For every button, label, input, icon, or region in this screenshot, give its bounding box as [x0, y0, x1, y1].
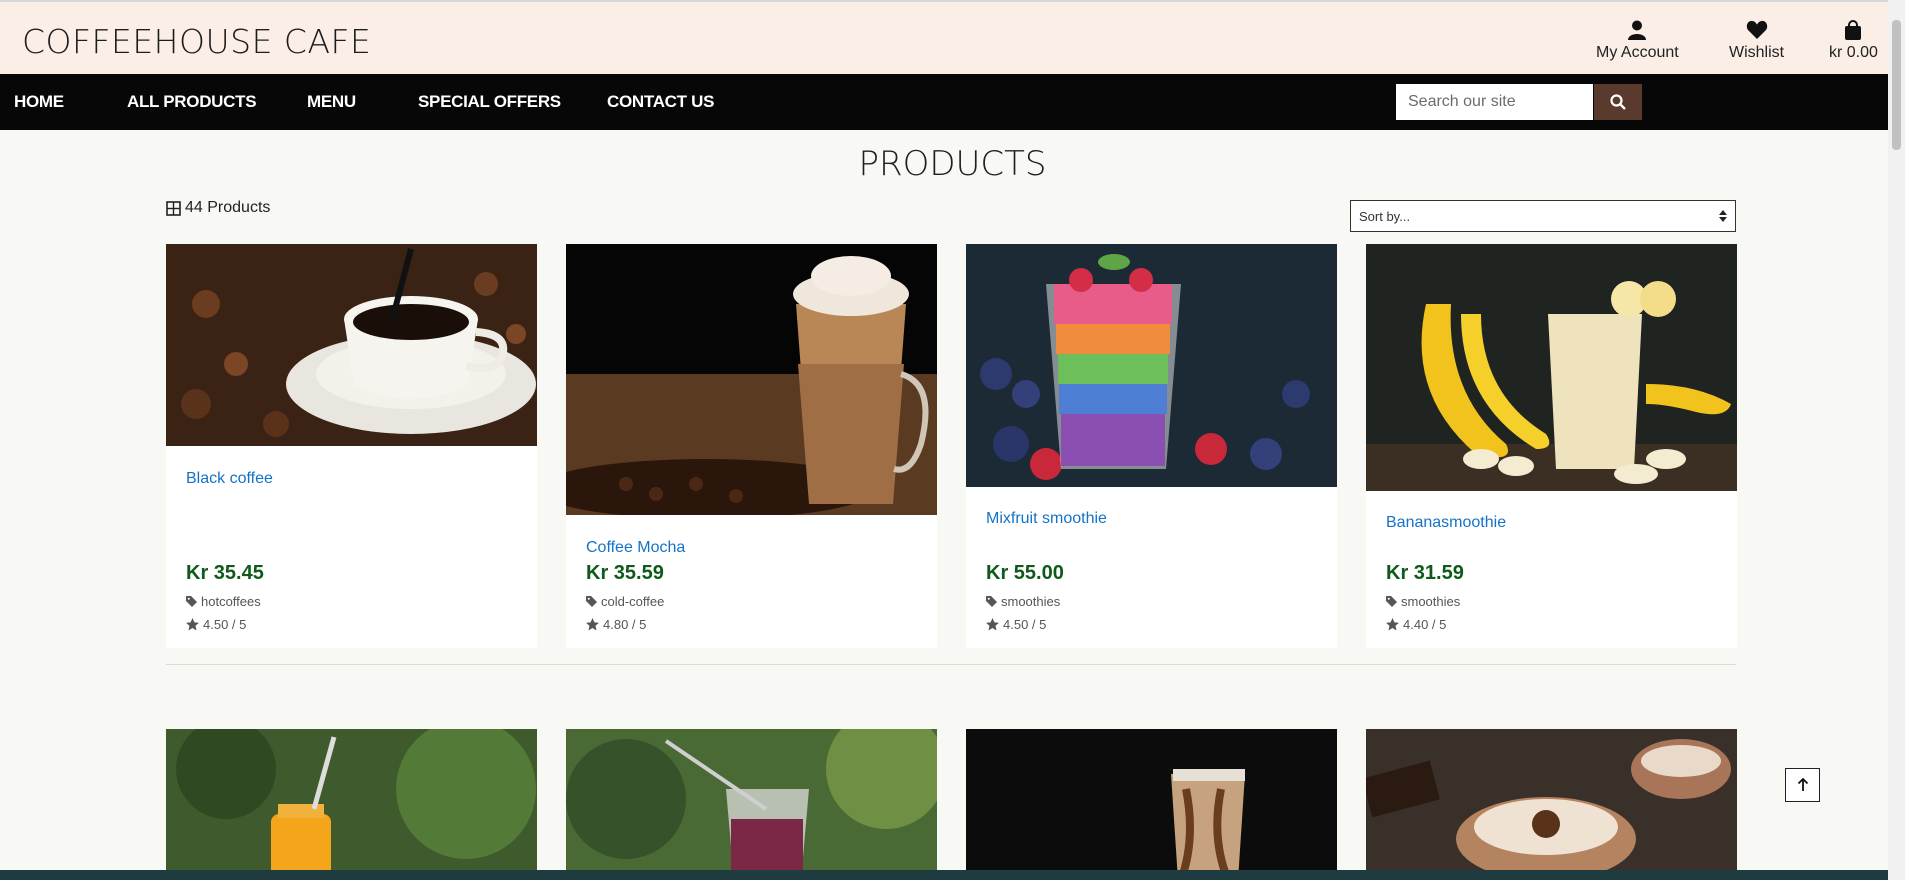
nav-contact-us[interactable]: CONTACT US	[607, 92, 714, 112]
product-rating-text: 4.80 / 5	[603, 617, 647, 632]
my-account-label: My Account	[1596, 44, 1679, 61]
page-scrollbar[interactable]	[1888, 0, 1905, 880]
wishlist-link[interactable]: Wishlist	[1729, 20, 1784, 62]
product-image[interactable]	[566, 244, 937, 515]
product-image[interactable]	[1366, 729, 1737, 880]
tag-icon	[186, 596, 197, 607]
search-icon	[1610, 94, 1626, 110]
product-category[interactable]: smoothies	[986, 594, 1060, 609]
nav-all-products[interactable]: ALL PRODUCTS	[127, 92, 257, 112]
product-category[interactable]: smoothies	[1386, 594, 1460, 609]
product-image[interactable]	[566, 729, 937, 880]
star-icon	[1386, 618, 1399, 631]
product-rating: 4.50 / 5	[986, 617, 1046, 632]
product-category[interactable]: hotcoffees	[186, 594, 261, 609]
sort-arrows-icon	[1719, 210, 1727, 222]
product-name[interactable]: Coffee Mocha	[586, 539, 685, 557]
nav-menu[interactable]: MENU	[307, 92, 356, 112]
product-name[interactable]: Mixfruit smoothie	[986, 510, 1107, 528]
bottom-bar	[0, 870, 1888, 880]
product-name[interactable]: Black coffee	[186, 470, 273, 488]
product-count: 44 Products	[166, 199, 270, 217]
product-rating-text: 4.50 / 5	[203, 617, 247, 632]
product-price: Kr 35.59	[586, 562, 664, 584]
product-image[interactable]	[966, 244, 1337, 487]
search-button[interactable]	[1594, 84, 1642, 120]
wishlist-label: Wishlist	[1729, 44, 1785, 61]
product-card	[166, 729, 537, 880]
main-navbar: HOME ALL PRODUCTS MENU SPECIAL OFFERS CO…	[0, 74, 1888, 130]
tag-icon	[1386, 596, 1397, 607]
star-icon	[586, 618, 599, 631]
product-card: Black coffee Kr 35.45 hotcoffees 4.50 / …	[166, 244, 537, 648]
product-price: Kr 31.59	[1386, 562, 1464, 584]
nav-home[interactable]: HOME	[14, 92, 64, 112]
product-card: Coffee Mocha Kr 35.59 cold-coffee 4.80 /…	[566, 244, 937, 648]
product-rating: 4.80 / 5	[586, 617, 646, 632]
product-category[interactable]: cold-coffee	[586, 594, 664, 609]
product-rating: 4.40 / 5	[1386, 617, 1446, 632]
nav-special-offers[interactable]: SPECIAL OFFERS	[418, 92, 561, 112]
product-image[interactable]	[166, 729, 537, 880]
star-icon	[986, 618, 999, 631]
my-account-link[interactable]: My Account	[1596, 20, 1679, 62]
product-card	[1366, 729, 1737, 880]
star-icon	[186, 618, 199, 631]
row-divider	[166, 664, 1736, 665]
shopping-bag-icon	[1845, 20, 1862, 40]
page-title: PRODUCTS	[858, 144, 1047, 184]
product-category-text: smoothies	[1001, 594, 1061, 609]
product-rating: 4.50 / 5	[186, 617, 246, 632]
product-category-text: smoothies	[1401, 594, 1461, 609]
product-name[interactable]: Bananasmoothie	[1386, 514, 1506, 532]
product-image[interactable]	[166, 244, 537, 446]
tag-icon	[986, 596, 997, 607]
brand-logo[interactable]: COFFEEHOUSE CAFE	[22, 22, 371, 61]
search-input[interactable]	[1396, 84, 1593, 120]
product-rating-text: 4.40 / 5	[1403, 617, 1447, 632]
product-price: Kr 35.45	[186, 562, 264, 584]
shopping-bag-link[interactable]: kr 0.00	[1829, 20, 1878, 62]
site-header: COFFEEHOUSE CAFE My Account Wishlist kr …	[0, 0, 1888, 74]
product-rating-text: 4.50 / 5	[1003, 617, 1047, 632]
product-count-text: 44 Products	[185, 199, 271, 216]
user-icon	[1628, 20, 1647, 40]
bag-total: kr 0.00	[1829, 44, 1878, 61]
product-card: Bananasmoothie Kr 31.59 smoothies 4.40 /…	[1366, 244, 1737, 648]
product-price: Kr 55.00	[986, 562, 1064, 584]
scrollbar-thumb[interactable]	[1892, 20, 1901, 150]
product-image[interactable]	[1366, 244, 1737, 491]
sort-select-value: Sort by...	[1359, 208, 1411, 224]
arrow-up-icon	[1797, 778, 1808, 791]
product-category-text: hotcoffees	[201, 594, 261, 609]
heart-icon	[1746, 20, 1767, 39]
back-to-top-button[interactable]	[1785, 768, 1820, 802]
product-image[interactable]	[966, 729, 1337, 880]
product-card	[566, 729, 937, 880]
sort-select[interactable]: Sort by...	[1350, 200, 1736, 232]
grid-icon	[166, 200, 181, 216]
product-card	[966, 729, 1337, 880]
product-category-text: cold-coffee	[601, 594, 665, 609]
tag-icon	[586, 596, 597, 607]
product-card: Mixfruit smoothie Kr 55.00 smoothies 4.5…	[966, 244, 1337, 648]
